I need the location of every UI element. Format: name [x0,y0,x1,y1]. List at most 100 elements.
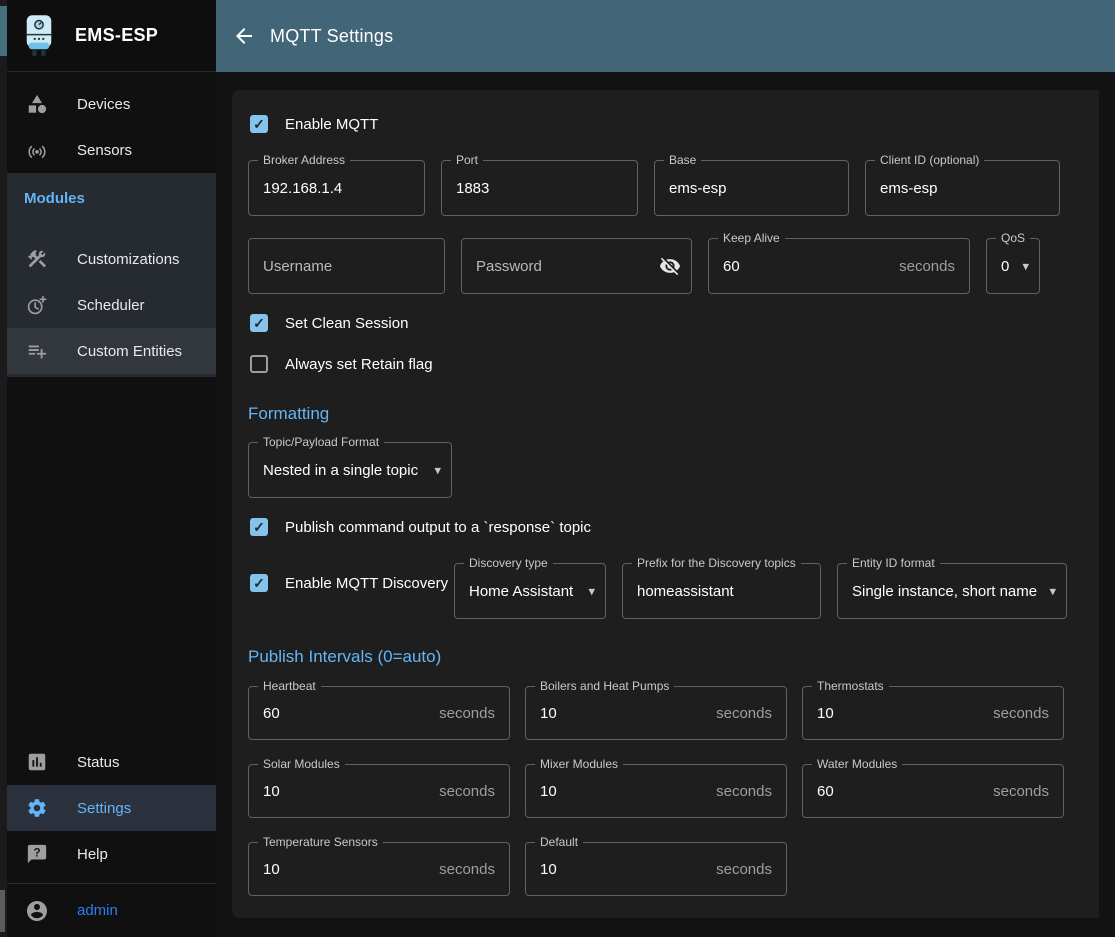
keep-alive-field[interactable]: Keep Alive 60 seconds [708,238,970,294]
topic-format-row: Topic/Payload Format Nested in a single … [248,442,1083,498]
field-suffix: seconds [439,705,495,722]
sidebar-item-status[interactable]: Status [7,739,216,785]
content-area: ✓ Enable MQTT Broker Address 192.168.1.4… [216,72,1115,937]
field-value: 10 [540,861,557,878]
field-label: Prefix for the Discovery topics [632,556,801,570]
password-field[interactable]: Password [461,238,692,294]
appbar: MQTT Settings [216,0,1115,72]
boiler-logo-icon [21,13,57,59]
field-value: 60 [817,783,834,800]
field-value: 10 [263,783,280,800]
intervals-row-2: Solar Modules 10seconds Mixer Modules 10… [248,764,1083,818]
more-time-icon [25,293,49,317]
broker-address-field[interactable]: Broker Address 192.168.1.4 [248,160,425,216]
back-button[interactable] [232,24,256,48]
sidebar-modules-section: Modules Customizations Scheduler Custom … [7,173,216,377]
field-suffix: seconds [439,783,495,800]
sidebar-item-custom-entities[interactable]: Custom Entities [7,328,216,374]
mqtt-settings-card: ✓ Enable MQTT Broker Address 192.168.1.4… [232,90,1099,918]
field-label: Base [664,153,701,167]
check-icon: ✓ [253,316,265,330]
sidebar-item-scheduler[interactable]: Scheduler [7,282,216,328]
check-icon: ✓ [253,117,265,131]
intervals-row-3: Temperature Sensors 10seconds Default 10… [248,842,1083,896]
field-value: 192.168.1.4 [263,180,342,197]
field-label: Entity ID format [847,556,940,570]
field-label: Boilers and Heat Pumps [535,679,674,693]
devices-category-icon [25,92,49,116]
checkbox-box[interactable]: ✓ [250,314,268,332]
page-title: MQTT Settings [270,26,393,47]
scrollbar-thumb-top[interactable] [0,6,7,56]
boilers-interval-field[interactable]: Boilers and Heat Pumps 10seconds [525,686,787,740]
caret-down-icon: ▾ [1049,584,1056,600]
checkbox-label: Enable MQTT Discovery [285,575,448,592]
sidebar-user-block: admin [7,883,216,937]
checkbox-label: Publish command output to a `response` t… [285,519,591,536]
username-field[interactable]: Username [248,238,445,294]
field-placeholder: Password [476,258,542,275]
sidebar-nav-bottom: Status Settings ? Help [7,739,216,877]
temperature-sensors-interval-field[interactable]: Temperature Sensors 10seconds [248,842,510,896]
enable-mqtt-checkbox[interactable]: ✓ Enable MQTT [248,112,1083,136]
retain-flag-checkbox[interactable]: ✓ Always set Retain flag [248,352,1083,376]
sidebar-item-label: Sensors [77,142,132,159]
sidebar-item-label: Status [77,754,120,771]
checkbox-box[interactable]: ✓ [250,355,268,373]
sensors-icon [25,138,49,162]
checkbox-box[interactable]: ✓ [250,115,268,133]
discovery-row: ✓ Enable MQTT Discovery Discovery type H… [248,557,1083,619]
field-label: Topic/Payload Format [258,435,384,449]
checkbox-box[interactable]: ✓ [250,518,268,536]
field-suffix: seconds [716,861,772,878]
credentials-row: Username Password Keep Alive 60 seconds [248,238,1083,294]
port-field[interactable]: Port 1883 [441,160,638,216]
client-id-field[interactable]: Client ID (optional) ems-esp [865,160,1060,216]
sidebar-item-label: Devices [77,96,130,113]
visibility-off-icon[interactable] [659,255,681,277]
sidebar-item-help[interactable]: ? Help [7,831,216,877]
enable-mqtt-discovery-checkbox[interactable]: ✓ Enable MQTT Discovery [248,571,454,595]
help-bubble-icon: ? [25,842,49,866]
intervals-row-1: Heartbeat 60seconds Boilers and Heat Pum… [248,686,1083,740]
sidebar: EMS-ESP Devices Sensors Modules Customiz… [7,0,216,937]
sidebar-item-devices[interactable]: Devices [7,81,216,127]
scrollbar-thumb-bottom[interactable] [0,890,5,932]
solar-interval-field[interactable]: Solar Modules 10seconds [248,764,510,818]
sidebar-item-label: Custom Entities [77,343,182,360]
checkbox-box[interactable]: ✓ [250,574,268,592]
mixer-interval-field[interactable]: Mixer Modules 10seconds [525,764,787,818]
field-label: Broker Address [258,153,350,167]
sidebar-item-customizations[interactable]: Customizations [7,236,216,282]
thermostats-interval-field[interactable]: Thermostats 10seconds [802,686,1064,740]
topic-payload-format-select[interactable]: Topic/Payload Format Nested in a single … [248,442,452,498]
field-label: Solar Modules [258,757,345,771]
discovery-prefix-field[interactable]: Prefix for the Discovery topics homeassi… [622,563,821,619]
qos-select[interactable]: QoS 0 ▾ [986,238,1040,294]
base-field[interactable]: Base ems-esp [654,160,849,216]
playlist-add-icon [25,339,49,363]
heartbeat-interval-field[interactable]: Heartbeat 60seconds [248,686,510,740]
entity-id-format-select[interactable]: Entity ID format Single instance, short … [837,563,1067,619]
publish-response-checkbox[interactable]: ✓ Publish command output to a `response`… [248,515,1083,539]
sidebar-item-label: Help [77,846,108,863]
sidebar-item-sensors[interactable]: Sensors [7,127,216,173]
field-suffix: seconds [993,783,1049,800]
main-area: MQTT Settings ✓ Enable MQTT Broker Addre… [216,0,1115,937]
user-menu[interactable]: admin [7,884,216,937]
discovery-type-select[interactable]: Discovery type Home Assistant ▾ [454,563,606,619]
field-value: 10 [540,705,557,722]
select-value: Home Assistant [469,583,573,600]
field-suffix: seconds [716,783,772,800]
set-clean-session-checkbox[interactable]: ✓ Set Clean Session [248,311,1083,335]
field-label: Thermostats [812,679,889,693]
sidebar-item-settings[interactable]: Settings [7,785,216,831]
caret-down-icon: ▾ [588,584,595,600]
svg-text:?: ? [33,845,40,859]
default-interval-field[interactable]: Default 10seconds [525,842,787,896]
field-value: 60 [723,258,740,275]
field-label: QoS [996,231,1030,245]
field-suffix: seconds [716,705,772,722]
water-interval-field[interactable]: Water Modules 60seconds [802,764,1064,818]
left-scrollbar[interactable] [0,0,7,937]
